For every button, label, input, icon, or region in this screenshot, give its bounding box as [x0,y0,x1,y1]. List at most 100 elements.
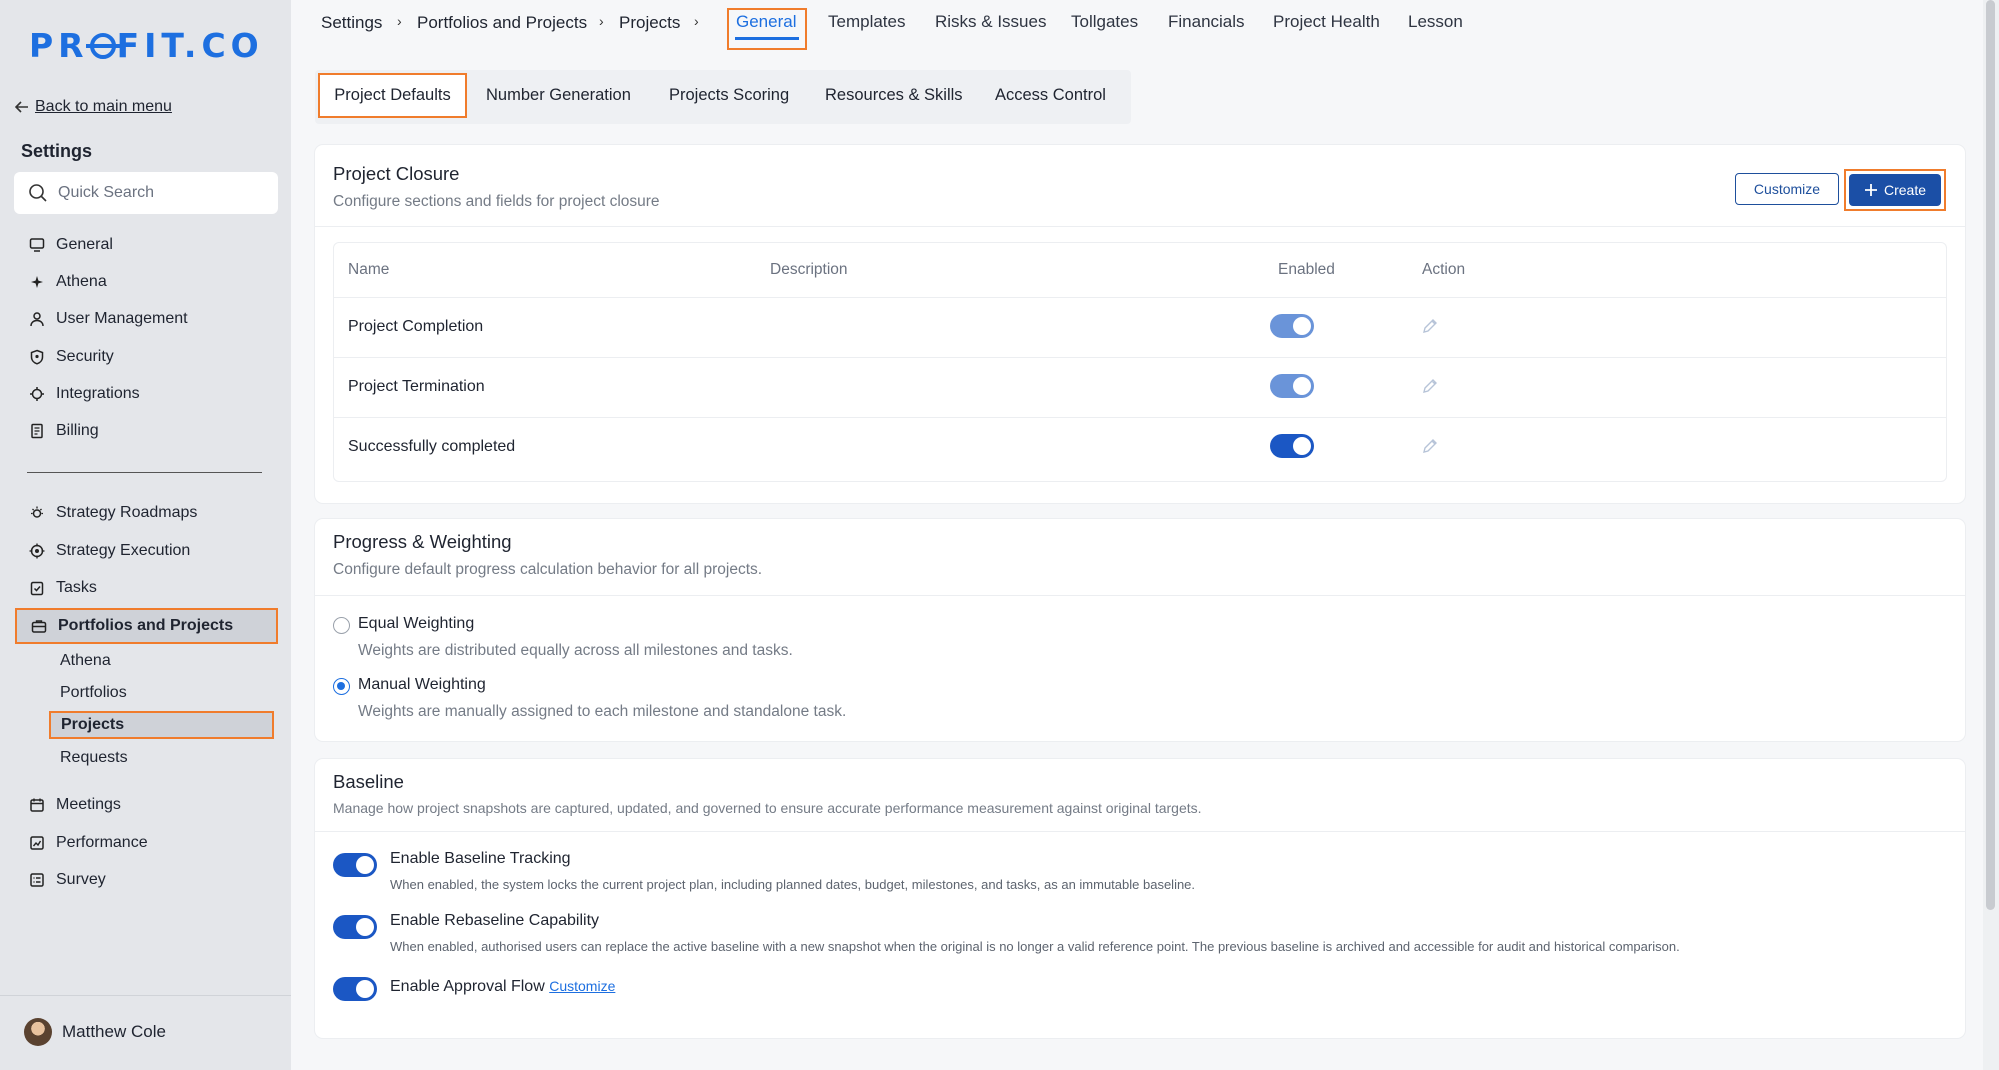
sidebar-item-athena[interactable]: Athena [15,265,277,299]
sidebar-item-strategy-execution[interactable]: Strategy Execution [15,534,277,568]
sidebar-subitem-portfolios[interactable]: Portfolios [60,679,127,707]
option-label[interactable]: Equal Weighting [358,615,474,633]
enabled-toggle[interactable] [1270,374,1314,398]
sidebar-item-performance[interactable]: Performance [15,826,277,860]
tab-risks-issues[interactable]: Risks & Issues [935,12,1046,32]
sidebar-footer-divider [0,995,291,996]
sidebar-item-security[interactable]: Security [15,340,277,374]
create-button[interactable]: Create [1849,174,1941,206]
card-divider [315,595,1965,596]
profit-co-logo[interactable]: PR FIT.CO [29,26,264,65]
card-title: Project Closure [333,163,460,184]
approval-flow-toggle[interactable] [333,977,377,1001]
card-title: Baseline [333,771,404,792]
breadcrumb-projects[interactable]: Projects [619,13,680,33]
scrollbar[interactable] [1986,0,1995,910]
breadcrumb-portfolios-and-projects[interactable]: Portfolios and Projects [417,13,587,33]
user-profile[interactable]: Matthew Cole [24,1018,166,1046]
progress-weighting-card: Progress & Weighting Configure default p… [315,519,1965,741]
edit-pencil-icon[interactable] [1420,376,1440,396]
column-header-action: Action [1422,261,1466,278]
option-description: Weights are distributed equally across a… [358,642,793,659]
approval-flow-customize-link[interactable]: Customize [549,978,615,994]
setting-label: Enable Approval Flow Customize [390,978,616,995]
lightbulb-icon [28,504,46,522]
row-name: Project Termination [348,378,485,395]
sidebar-subitem-requests[interactable]: Requests [60,744,128,772]
main-content: Settings › Portfolios and Projects › Pro… [291,0,1989,1070]
sidebar-title: Settings [21,141,93,161]
baseline-card: Baseline Manage how project snapshots ar… [315,759,1965,1038]
sidebar-item-tasks[interactable]: Tasks [15,571,277,605]
setting-label: Enable Rebaseline Capability [390,912,600,929]
sidebar-item-meetings[interactable]: Meetings [15,788,277,822]
tab-active-indicator [735,37,799,40]
card-subtitle: Configure default progress calculation b… [333,561,763,578]
table-row: Project Termination [334,357,1946,417]
card-divider [315,831,1965,832]
breadcrumb-chevron-icon: › [397,13,402,29]
sidebar-item-strategy-roadmaps[interactable]: Strategy Roadmaps [15,496,277,530]
column-header-enabled: Enabled [1278,261,1335,278]
search-input[interactable] [58,184,258,202]
edit-pencil-icon[interactable] [1420,316,1440,336]
sidebar-subitem-athena[interactable]: Athena [60,647,111,675]
arrow-left-icon [15,101,28,113]
enabled-toggle[interactable] [1270,314,1314,338]
tab-project-health[interactable]: Project Health [1273,12,1380,32]
subtab-access-control[interactable]: Access Control [995,86,1106,105]
customize-button[interactable]: Customize [1735,173,1839,205]
tab-templates[interactable]: Templates [828,12,905,32]
rebaseline-capability-toggle[interactable] [333,915,377,939]
option-label[interactable]: Manual Weighting [358,676,486,694]
search-icon [29,184,47,202]
gear-icon [28,385,46,403]
tab-lesson[interactable]: Lesson [1408,12,1463,32]
receipt-icon [28,422,46,440]
setting-description: When enabled, the system locks the curre… [390,877,1196,892]
survey-icon [28,871,46,889]
quick-search[interactable] [14,172,278,214]
row-name: Project Completion [348,318,484,335]
chart-icon [28,834,46,852]
user-name: Matthew Cole [62,1022,166,1041]
table-row: Project Completion [334,297,1946,357]
manual-weighting-radio[interactable] [333,678,350,695]
top-navigation: Settings › Portfolios and Projects › Pro… [291,0,1989,56]
sidebar-item-billing[interactable]: Billing [15,414,277,448]
card-title: Progress & Weighting [333,531,512,552]
back-to-main-menu-link[interactable]: Back to main menu [15,98,172,116]
plus-icon [1864,184,1877,196]
closure-table: Name Description Enabled Action Project … [333,242,1947,482]
tab-financials[interactable]: Financials [1168,12,1245,32]
sub-tabs: Project Defaults Number Generation Proje… [315,70,1131,124]
avatar [24,1018,52,1046]
breadcrumb-chevron-icon: › [694,13,699,29]
sidebar-subitem-projects[interactable]: Projects [49,711,274,739]
sidebar-item-user-management[interactable]: User Management [15,302,277,336]
enabled-toggle[interactable] [1270,434,1314,458]
breadcrumb-chevron-icon: › [599,13,604,29]
subtab-project-defaults[interactable]: Project Defaults [318,73,467,118]
shield-icon [28,348,46,366]
monitor-icon [28,236,46,254]
calendar-icon [28,796,46,814]
equal-weighting-radio[interactable] [333,617,350,634]
subtab-resources-skills[interactable]: Resources & Skills [825,86,963,105]
create-button-highlight: Create [1844,169,1946,211]
sparkle-icon [28,273,46,291]
edit-pencil-icon[interactable] [1420,436,1440,456]
briefcase-icon [30,617,48,635]
baseline-tracking-toggle[interactable] [333,853,377,877]
sidebar-item-portfolios-and-projects[interactable]: Portfolios and Projects [15,608,278,644]
tab-general[interactable]: General [736,12,796,32]
subtab-number-generation[interactable]: Number Generation [486,86,631,105]
sidebar-item-integrations[interactable]: Integrations [15,377,277,411]
tab-tollgates[interactable]: Tollgates [1071,12,1138,32]
sidebar-item-survey[interactable]: Survey [15,863,277,897]
sidebar-item-general[interactable]: General [15,228,277,262]
subtab-projects-scoring[interactable]: Projects Scoring [669,86,789,105]
column-header-description: Description [770,261,848,278]
user-icon [28,310,46,328]
breadcrumb-settings[interactable]: Settings [321,13,382,33]
